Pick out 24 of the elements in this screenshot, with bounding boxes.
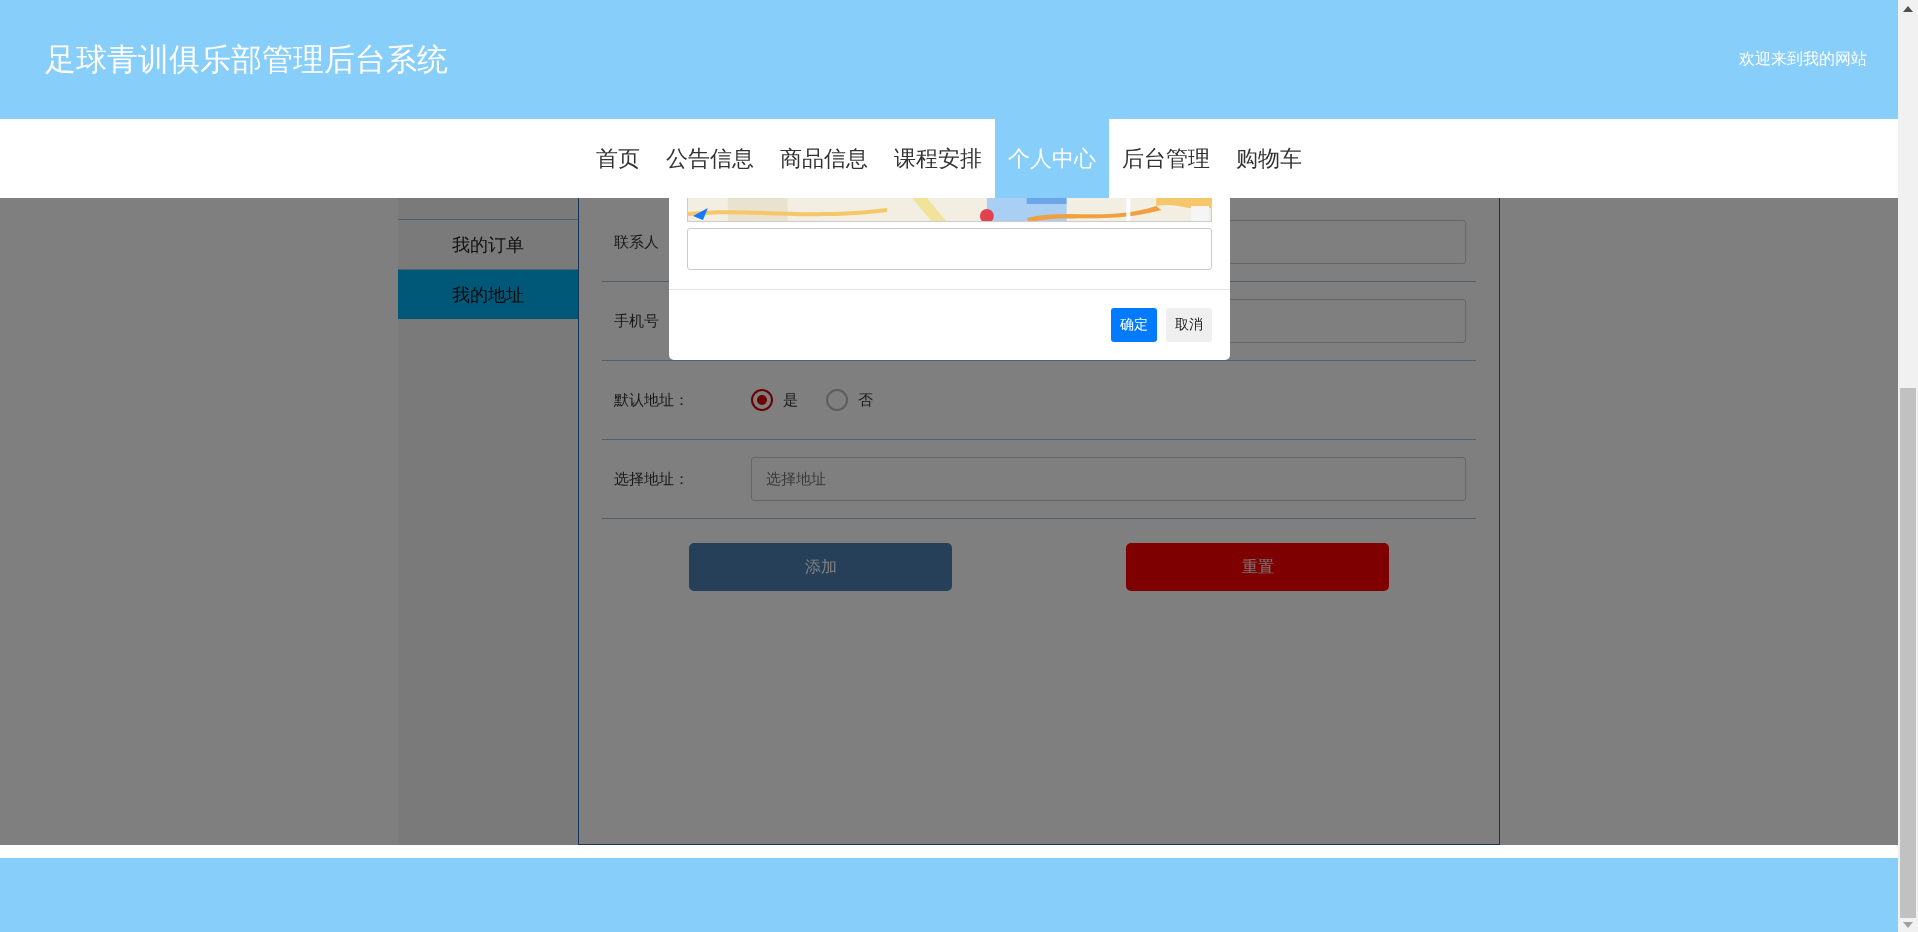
radio-button[interactable] <box>751 389 773 411</box>
confirm-button[interactable]: 确定 <box>1111 308 1157 342</box>
nav-item[interactable]: 购物车 <box>1223 119 1315 198</box>
scrollbar-thumb[interactable] <box>1900 388 1916 918</box>
field-label: 联系人 <box>614 232 660 252</box>
radio-label: 是 <box>783 390 798 410</box>
nav-item[interactable]: 后台管理 <box>1109 119 1223 198</box>
field-label: 手机号 <box>614 311 660 331</box>
input-field[interactable] <box>687 228 1212 270</box>
nav-item[interactable]: 商品信息 <box>767 119 881 198</box>
scroll-down-icon[interactable] <box>1903 922 1913 928</box>
field-label: 选择地址： <box>614 469 690 489</box>
radio-button[interactable] <box>826 389 848 411</box>
nav-item[interactable]: 课程安排 <box>881 119 995 198</box>
field-label: 默认地址： <box>614 390 690 410</box>
nav-item[interactable]: 公告信息 <box>653 119 767 198</box>
nav-item[interactable]: 首页 <box>583 119 653 198</box>
cancel-button[interactable]: 取消 <box>1166 308 1212 342</box>
scroll-up-icon[interactable] <box>1903 6 1913 12</box>
site-title: 足球青训俱乐部管理后台系统 <box>45 39 448 79</box>
input-field[interactable]: 选择地址 <box>751 457 1466 501</box>
scrollbar[interactable] <box>1898 0 1918 932</box>
radio-label: 否 <box>858 390 873 410</box>
welcome-text: 欢迎来到我的网站 <box>1739 49 1867 70</box>
